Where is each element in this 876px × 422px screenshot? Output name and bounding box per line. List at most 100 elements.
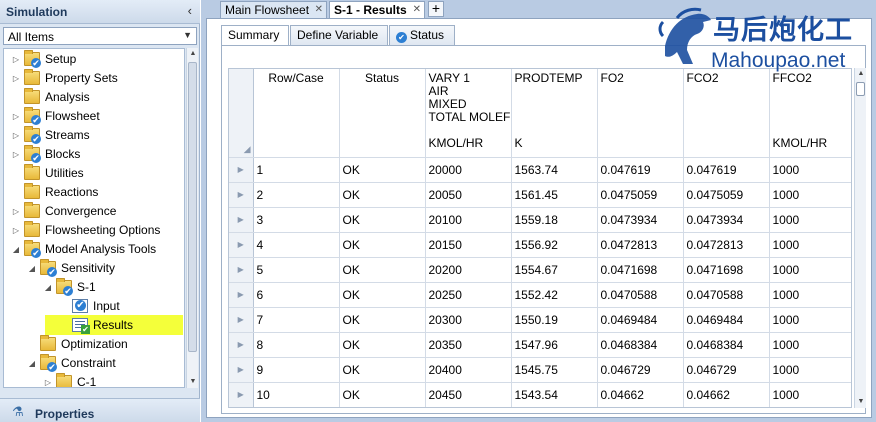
- table-cell[interactable]: 1543.54: [511, 382, 598, 407]
- collapse-arrow-icon[interactable]: ◢: [26, 354, 38, 373]
- table-cell[interactable]: 1000: [769, 157, 851, 183]
- table-cell[interactable]: 1000: [769, 357, 851, 383]
- column-header-6[interactable]: FFCO2 KMOL/HR: [769, 69, 851, 158]
- collapse-arrow-icon[interactable]: ◢: [42, 278, 54, 297]
- table-cell[interactable]: 4: [253, 232, 340, 258]
- collapse-pane-icon[interactable]: ‹: [188, 3, 192, 18]
- table-cell[interactable]: 5: [253, 257, 340, 283]
- table-cell[interactable]: 1000: [769, 307, 851, 333]
- column-header-5[interactable]: FCO2: [683, 69, 770, 158]
- collapse-arrow-icon[interactable]: ◢: [26, 259, 38, 278]
- table-cell[interactable]: OK: [339, 307, 426, 333]
- table-cell[interactable]: 0.046729: [683, 357, 770, 383]
- table-cell[interactable]: OK: [339, 182, 426, 208]
- table-cell[interactable]: 1563.74: [511, 157, 598, 183]
- table-cell[interactable]: 7: [253, 307, 340, 333]
- table-cell[interactable]: 20350: [425, 332, 512, 358]
- tab-s1-results[interactable]: S-1 - Results ✕: [329, 1, 425, 18]
- table-cell[interactable]: 0.0468384: [683, 332, 770, 358]
- table-cell[interactable]: 0.0473934: [597, 207, 684, 233]
- grid-corner[interactable]: [229, 69, 254, 158]
- row-selector-icon[interactable]: ▶: [229, 157, 254, 183]
- table-cell[interactable]: OK: [339, 207, 426, 233]
- row-selector-icon[interactable]: ▶: [229, 232, 254, 258]
- expand-arrow-icon[interactable]: ▷: [10, 202, 22, 221]
- expand-arrow-icon[interactable]: ▷: [10, 126, 22, 145]
- scroll-down-icon[interactable]: ▼: [187, 376, 199, 388]
- table-cell[interactable]: 1000: [769, 282, 851, 308]
- table-cell[interactable]: 0.047619: [597, 157, 684, 183]
- table-cell[interactable]: 20200: [425, 257, 512, 283]
- expand-arrow-icon[interactable]: ▷: [10, 50, 22, 69]
- table-cell[interactable]: OK: [339, 232, 426, 258]
- table-cell[interactable]: 20150: [425, 232, 512, 258]
- table-cell[interactable]: 20100: [425, 207, 512, 233]
- table-cell[interactable]: OK: [339, 282, 426, 308]
- table-cell[interactable]: 1554.67: [511, 257, 598, 283]
- tab-main-flowsheet[interactable]: Main Flowsheet ✕: [220, 1, 327, 18]
- table-row[interactable]: ▶ 1 OK 20000 1563.74 0.047619 0.047619 1000: [229, 157, 851, 183]
- table-row[interactable]: ▶ 2 OK 20050 1561.45 0.0475059 0.0475059 1000: [229, 182, 851, 208]
- expand-arrow-icon[interactable]: ▷: [10, 107, 22, 126]
- table-cell[interactable]: 2: [253, 182, 340, 208]
- table-cell[interactable]: 1000: [769, 332, 851, 358]
- table-cell[interactable]: 20400: [425, 357, 512, 383]
- table-row[interactable]: ▶ 3 OK 20100 1559.18 0.0473934 0.0473934 1000: [229, 207, 851, 233]
- table-row[interactable]: ▶ 6 OK 20250 1552.42 0.0470588 0.0470588 1000: [229, 282, 851, 308]
- row-selector-icon[interactable]: ▶: [229, 282, 254, 308]
- table-cell[interactable]: 1552.42: [511, 282, 598, 308]
- tab-define-variable[interactable]: Define Variable: [290, 25, 388, 45]
- scroll-thumb[interactable]: [188, 62, 197, 352]
- row-selector-icon[interactable]: ▶: [229, 207, 254, 233]
- table-cell[interactable]: 20450: [425, 382, 512, 407]
- table-cell[interactable]: 1: [253, 157, 340, 183]
- table-cell[interactable]: 0.047619: [683, 157, 770, 183]
- column-header-3[interactable]: PRODTEMP K: [511, 69, 598, 158]
- column-header-4[interactable]: FO2: [597, 69, 684, 158]
- tab-status[interactable]: ✔ Status: [389, 25, 455, 45]
- expand-arrow-icon[interactable]: ▷: [42, 373, 54, 387]
- scroll-up-icon[interactable]: ▲: [187, 48, 199, 60]
- table-cell[interactable]: 0.0470588: [597, 282, 684, 308]
- table-cell[interactable]: 9: [253, 357, 340, 383]
- table-cell[interactable]: 8: [253, 332, 340, 358]
- table-cell[interactable]: 1556.92: [511, 232, 598, 258]
- table-cell[interactable]: 0.0475059: [597, 182, 684, 208]
- table-cell[interactable]: 0.0469484: [597, 307, 684, 333]
- table-cell[interactable]: 1559.18: [511, 207, 598, 233]
- table-cell[interactable]: 20300: [425, 307, 512, 333]
- table-row[interactable]: ▶ 9 OK 20400 1545.75 0.046729 0.046729 1000: [229, 357, 851, 383]
- collapse-arrow-icon[interactable]: ◢: [10, 240, 22, 259]
- table-cell[interactable]: 0.0471698: [597, 257, 684, 283]
- properties-bar[interactable]: ⚗ Properties: [0, 398, 200, 422]
- table-cell[interactable]: 1000: [769, 207, 851, 233]
- table-cell[interactable]: 1561.45: [511, 182, 598, 208]
- table-cell[interactable]: OK: [339, 332, 426, 358]
- column-header-0[interactable]: Row/Case: [253, 69, 340, 158]
- navigation-filter-select[interactable]: All Items ▼: [3, 27, 197, 45]
- table-cell[interactable]: 20250: [425, 282, 512, 308]
- table-cell[interactable]: 20000: [425, 157, 512, 183]
- table-cell[interactable]: 1000: [769, 182, 851, 208]
- table-cell[interactable]: 3: [253, 207, 340, 233]
- navigation-scrollbar[interactable]: ▲ ▼: [186, 48, 198, 388]
- table-cell[interactable]: 1000: [769, 257, 851, 283]
- expand-arrow-icon[interactable]: ▷: [10, 145, 22, 164]
- table-cell[interactable]: OK: [339, 157, 426, 183]
- row-selector-icon[interactable]: ▶: [229, 257, 254, 283]
- column-header-1[interactable]: Status: [339, 69, 426, 158]
- row-selector-icon[interactable]: ▶: [229, 357, 254, 383]
- table-row[interactable]: ▶ 5 OK 20200 1554.67 0.0471698 0.0471698 1000: [229, 257, 851, 283]
- table-cell[interactable]: 1545.75: [511, 357, 598, 383]
- table-row[interactable]: ▶ 7 OK 20300 1550.19 0.0469484 0.0469484 1000: [229, 307, 851, 333]
- dropdown-arrow-icon[interactable]: ▼: [183, 30, 192, 40]
- table-cell[interactable]: 1547.96: [511, 332, 598, 358]
- expand-arrow-icon[interactable]: ▷: [10, 69, 22, 88]
- close-icon[interactable]: ✕: [413, 2, 421, 18]
- table-cell[interactable]: 0.046729: [597, 357, 684, 383]
- table-cell[interactable]: 0.0471698: [683, 257, 770, 283]
- expand-arrow-icon[interactable]: ▷: [10, 221, 22, 240]
- row-selector-icon[interactable]: ▶: [229, 182, 254, 208]
- scroll-thumb[interactable]: [856, 82, 865, 96]
- table-cell[interactable]: 6: [253, 282, 340, 308]
